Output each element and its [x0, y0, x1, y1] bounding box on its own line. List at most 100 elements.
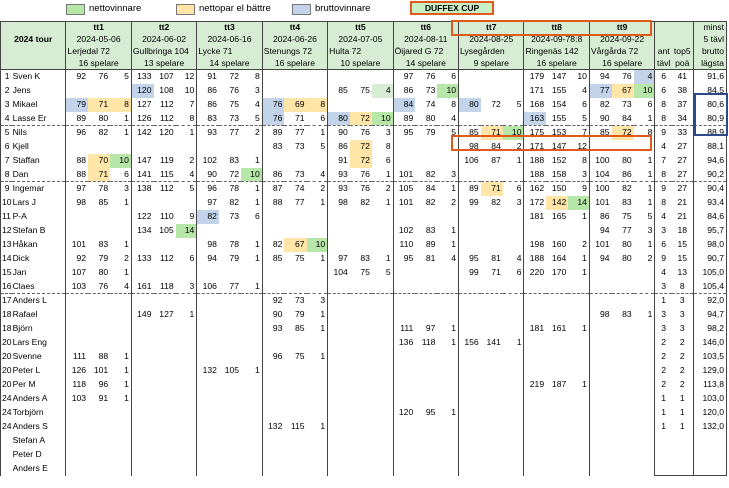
points: 2	[647, 253, 653, 263]
netto-score	[219, 420, 241, 434]
brutto-score: 118	[65, 377, 89, 392]
brutto-score: 88	[65, 153, 89, 168]
player-name: Jens	[12, 85, 31, 95]
points	[307, 84, 328, 98]
brutto-score	[523, 349, 547, 364]
count-tavl: 7	[654, 153, 672, 168]
netto-score	[612, 266, 634, 280]
netto-score: 78	[229, 239, 240, 249]
player-name: Mikael	[12, 99, 38, 109]
brutto-score	[196, 307, 219, 322]
netto-score	[415, 420, 437, 434]
count-tavl: 3	[654, 223, 672, 238]
netto-score	[612, 462, 634, 476]
top5-points: 3	[679, 309, 685, 319]
tournament-players: 14 spelare	[392, 57, 459, 70]
netto-score: 75	[360, 267, 370, 277]
tournament-course: Lerjedal 72	[65, 45, 132, 58]
player-row: 20 Lars Eng 136 118 1 156 141 1 2 2 146,0	[0, 335, 728, 350]
brutto-score	[327, 209, 350, 224]
points	[634, 434, 655, 448]
rank: 15	[0, 265, 12, 280]
brutto-score	[327, 293, 350, 308]
points: 1	[451, 407, 457, 417]
netto-score	[546, 279, 569, 294]
points	[437, 462, 458, 476]
netto-score	[480, 111, 503, 126]
brutto-score	[588, 377, 612, 392]
netto-score: 76	[622, 71, 632, 82]
netto-score	[219, 266, 241, 280]
tournament-code: tt1	[65, 21, 132, 34]
netto-score	[415, 294, 437, 308]
brutto-score	[588, 433, 612, 448]
netto-score	[88, 224, 110, 238]
netto-score	[284, 70, 306, 84]
points	[568, 308, 589, 322]
brutto-score	[458, 83, 481, 98]
points: 7	[582, 127, 587, 138]
netto-score: 115	[290, 421, 305, 431]
brutto-score: 171	[523, 83, 547, 98]
brutto-score: 198	[523, 237, 547, 252]
netto-score: 82	[229, 197, 240, 207]
netto-score	[612, 392, 634, 406]
netto-score	[284, 279, 307, 294]
rank: 14	[0, 251, 12, 266]
netto-score	[612, 434, 634, 448]
netto-score: 76	[360, 127, 370, 138]
netto-score: 73	[229, 211, 240, 221]
netto-score	[481, 434, 503, 448]
points: 9	[582, 183, 587, 194]
points: 8	[306, 97, 328, 112]
points: 5	[451, 127, 457, 138]
netto-score: 80	[622, 239, 632, 249]
brutto-score: 94	[588, 223, 612, 238]
netto-score	[481, 406, 503, 420]
points	[110, 224, 131, 238]
netto-score	[612, 364, 634, 378]
tournament-date: 2024-06-02	[130, 33, 197, 46]
netto-score	[88, 448, 110, 462]
player-name: Lars Eng	[12, 337, 47, 347]
points: 3	[320, 295, 326, 306]
netto-score: 107	[159, 71, 174, 82]
count-tavl: 9	[654, 125, 672, 140]
points: 6	[385, 155, 391, 165]
brutto-score	[327, 447, 350, 462]
brutto-score	[327, 307, 350, 322]
netto-score: 80	[415, 111, 438, 126]
netto-score	[415, 378, 437, 392]
points	[110, 462, 131, 476]
points	[241, 420, 262, 434]
netto-score: 72	[349, 111, 372, 126]
points	[503, 322, 524, 336]
min-brutto: 120,0	[692, 405, 728, 420]
brutto-score: 101	[588, 195, 612, 210]
brutto-score	[458, 293, 481, 308]
brutto-score: 85	[458, 125, 481, 140]
netto-score	[350, 210, 372, 224]
points: 8	[647, 127, 653, 138]
points	[372, 98, 393, 112]
player-row: Stefan A	[0, 433, 728, 448]
brutto-legend-label: bruttovinnare	[315, 3, 371, 14]
points: 14	[568, 195, 590, 210]
points	[437, 279, 459, 294]
netto-score: 127	[159, 309, 174, 319]
points: 1	[320, 309, 326, 319]
points: 1	[385, 253, 391, 263]
brutto-score: 96	[65, 125, 89, 140]
points: 3	[647, 225, 653, 235]
netto-score: 164	[551, 253, 567, 263]
netto-score	[284, 462, 306, 476]
brutto-score: 149	[130, 307, 154, 322]
points	[372, 392, 393, 406]
netto-score	[154, 238, 176, 252]
brutto-score: 89	[392, 111, 416, 126]
netto-score: 77	[294, 127, 305, 138]
brutto-score	[130, 433, 154, 448]
player-row: 13 Håkan 101 83 1 98 78 1 82 67 10 110 89 1 198 160 2 101…	[0, 237, 728, 252]
par-swatch	[176, 4, 195, 15]
tournament-code: tt7	[458, 21, 524, 34]
